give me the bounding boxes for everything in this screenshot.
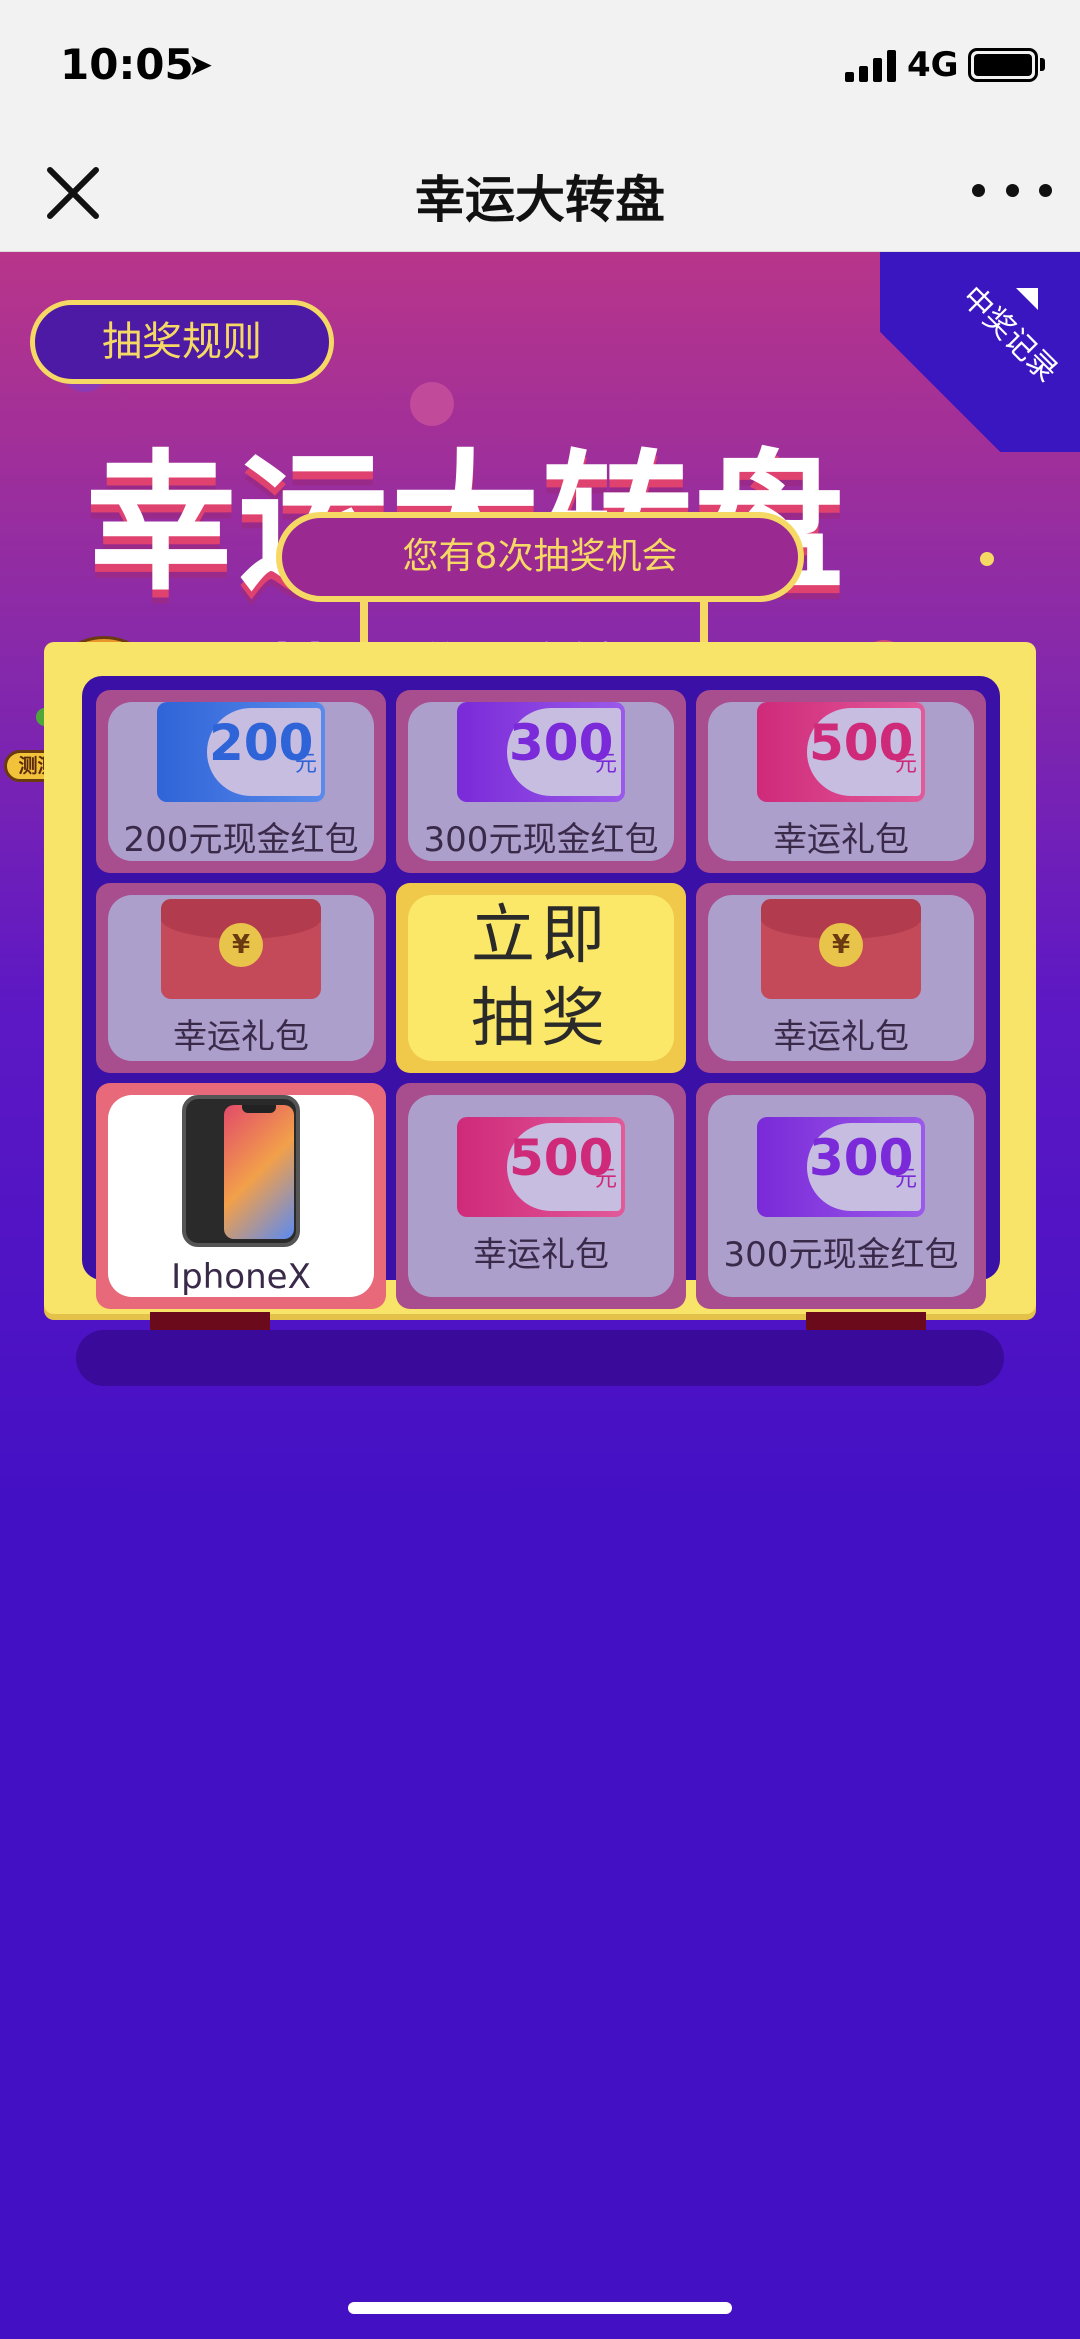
prize-label: IphoneX xyxy=(171,1257,311,1298)
prize-label: 300元现金红包 xyxy=(423,820,659,860)
status-time: 10:05 xyxy=(60,40,194,89)
location-arrow-icon: ➤ xyxy=(188,48,214,83)
prize-cell: 200 元 200元现金红包 xyxy=(96,690,386,873)
board-base xyxy=(76,1330,1004,1386)
prize-cell: 300 元 300元现金红包 xyxy=(696,1083,986,1310)
red-envelope-icon: ¥ xyxy=(161,898,321,999)
cash-ticket-icon: 500 元 xyxy=(457,1116,625,1217)
rules-button[interactable]: 抽奖规则 xyxy=(30,300,334,384)
prize-cell: 500 元 幸运礼包 xyxy=(396,1083,686,1310)
status-bar: 10:05 ➤ 4G xyxy=(0,0,1080,130)
draw-button-line2: 抽奖 xyxy=(471,982,611,1057)
cash-ticket-icon: 300 元 xyxy=(757,1116,925,1217)
cash-ticket-icon: 500 元 xyxy=(757,702,925,802)
prize-grid: 200 元 200元现金红包 300 元 300元现金红包 500 元 幸运礼包 xyxy=(82,676,1000,1310)
iphone-icon xyxy=(182,1095,300,1248)
page-title: 幸运大转盘 xyxy=(415,171,665,229)
chances-banner: 您有8次抽奖机会 xyxy=(276,512,804,602)
prize-cell: 500 元 幸运礼包 xyxy=(696,690,986,873)
prize-label: 幸运礼包 xyxy=(773,1016,909,1057)
cash-ticket-icon: 300 元 xyxy=(457,702,625,802)
draw-button[interactable]: 立即 抽奖 xyxy=(396,883,686,1074)
prize-cell: 300 元 300元现金红包 xyxy=(396,690,686,873)
signal-icon xyxy=(845,48,897,82)
network-label: 4G xyxy=(907,45,959,85)
draw-button-line1: 立即 xyxy=(471,899,611,973)
prize-label: 200元现金红包 xyxy=(123,820,359,860)
triangle-icon xyxy=(1016,288,1038,310)
prize-cell-highlighted: IphoneX xyxy=(96,1083,386,1310)
more-options-icon[interactable] xyxy=(972,160,1052,220)
prize-label: 300元现金红包 xyxy=(723,1234,959,1275)
nav-bar: 幸运大转盘 xyxy=(0,130,1080,252)
cash-ticket-icon: 200 元 xyxy=(157,702,325,802)
home-indicator[interactable] xyxy=(348,2302,732,2314)
prize-label: 幸运礼包 xyxy=(173,1016,309,1057)
battery-icon xyxy=(968,48,1038,82)
prize-cell: ¥ 幸运礼包 xyxy=(696,883,986,1074)
prize-label: 幸运礼包 xyxy=(773,820,909,860)
red-envelope-icon: ¥ xyxy=(761,898,921,999)
chances-text: 您有8次抽奖机会 xyxy=(402,536,678,577)
prize-label: 幸运礼包 xyxy=(473,1234,609,1275)
prize-cell: ¥ 幸运礼包 xyxy=(96,883,386,1074)
